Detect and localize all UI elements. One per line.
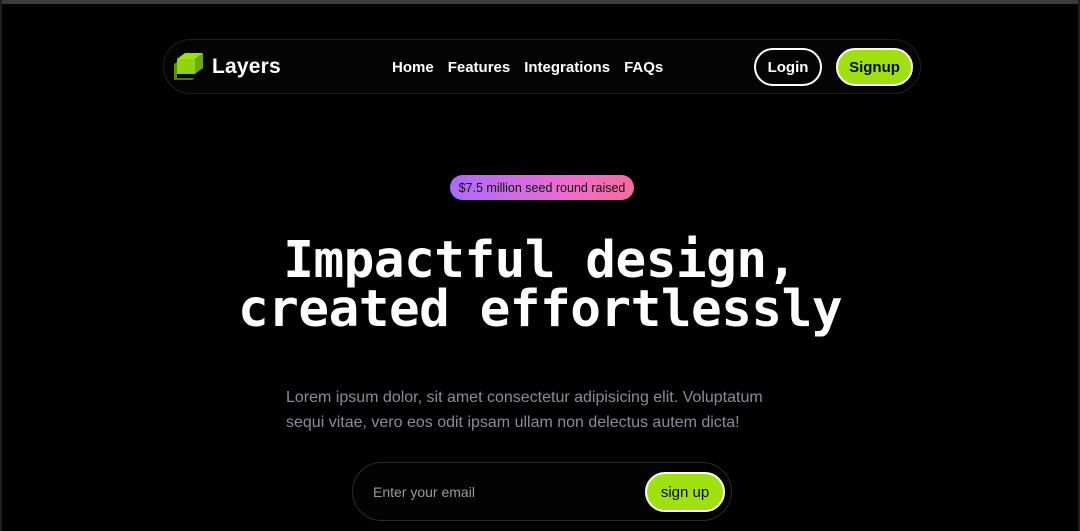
hero-subtext: Lorem ipsum dolor, sit amet consectetur … bbox=[286, 389, 763, 431]
hero-headline-line-1: Impactful design, bbox=[283, 231, 797, 290]
nav-link-faqs[interactable]: FAQs bbox=[624, 59, 663, 76]
brand-name: Layers bbox=[212, 55, 281, 78]
layers-logo-icon bbox=[174, 53, 203, 80]
hero-headline-line-2: created effortlessly bbox=[237, 280, 843, 339]
email-signup-form: sign up bbox=[352, 462, 732, 521]
brand[interactable]: Layers bbox=[172, 50, 281, 84]
navbar: Layers Home Features Integrations FAQs L… bbox=[163, 39, 921, 94]
nav-link-home[interactable]: Home bbox=[392, 59, 434, 76]
login-button[interactable]: Login bbox=[754, 48, 822, 86]
nav-link-features[interactable]: Features bbox=[448, 59, 511, 76]
signup-button[interactable]: Signup bbox=[836, 48, 913, 86]
hero-headline: Impactful design, created effortlessly bbox=[0, 231, 1080, 339]
nav-link-integrations[interactable]: Integrations bbox=[524, 59, 610, 76]
window-top-border bbox=[0, 0, 1080, 4]
email-input[interactable] bbox=[373, 477, 623, 507]
email-signup-button[interactable]: sign up bbox=[645, 472, 725, 512]
nav-links: Home Features Integrations FAQs bbox=[392, 40, 663, 95]
funding-badge: $7.5 million seed round raised bbox=[450, 175, 634, 200]
